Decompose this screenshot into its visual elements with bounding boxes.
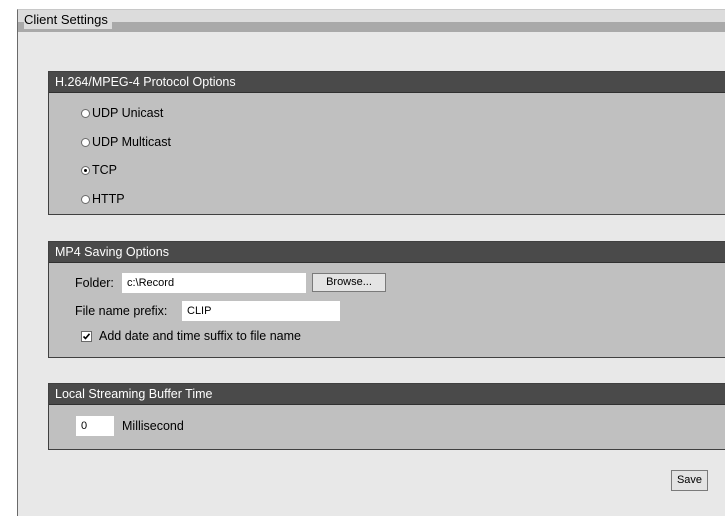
radio-tcp[interactable]: TCP <box>81 162 117 178</box>
mp4-panel-header: MP4 Saving Options <box>49 242 725 263</box>
radio-udp-multicast[interactable]: UDP Multicast <box>81 134 171 150</box>
radio-label: UDP Multicast <box>92 135 171 149</box>
file-name-prefix-input[interactable] <box>182 301 340 321</box>
radio-button[interactable] <box>81 194 90 204</box>
checkmark-icon <box>82 333 91 340</box>
client-settings-window: Client Settings H.264/MPEG-4 Protocol Op… <box>17 9 725 516</box>
title-stripe <box>18 22 725 32</box>
radio-udp-unicast[interactable]: UDP Unicast <box>81 105 163 121</box>
millisecond-label: Millisecond <box>122 419 184 433</box>
suffix-checkbox[interactable] <box>81 331 92 342</box>
protocol-panel-header: H.264/MPEG-4 Protocol Options <box>49 72 725 93</box>
protocol-options-panel: H.264/MPEG-4 Protocol Options UDP Unicas… <box>48 71 725 215</box>
radio-label: UDP Unicast <box>92 106 164 120</box>
title-bar: Client Settings <box>18 10 725 32</box>
radio-http[interactable]: HTTP <box>81 191 125 207</box>
window-title: Client Settings <box>24 11 112 29</box>
radio-label: TCP <box>92 163 117 177</box>
mp4-saving-panel: MP4 Saving Options Folder: Browse... Fil… <box>48 241 725 358</box>
save-button[interactable]: Save <box>671 470 708 491</box>
radio-button[interactable] <box>81 165 90 175</box>
browse-button[interactable]: Browse... <box>312 273 386 292</box>
buffer-time-panel: Local Streaming Buffer Time Millisecond <box>48 383 725 450</box>
file-name-prefix-label: File name prefix: <box>75 304 168 318</box>
radio-label: HTTP <box>92 192 125 206</box>
folder-input[interactable] <box>122 273 306 293</box>
folder-label: Folder: <box>75 276 114 290</box>
suffix-checkbox-label: Add date and time suffix to file name <box>99 329 301 343</box>
buffer-panel-header: Local Streaming Buffer Time <box>49 384 725 405</box>
radio-button[interactable] <box>81 137 90 147</box>
radio-button[interactable] <box>81 108 90 118</box>
buffer-time-input[interactable] <box>76 416 114 436</box>
